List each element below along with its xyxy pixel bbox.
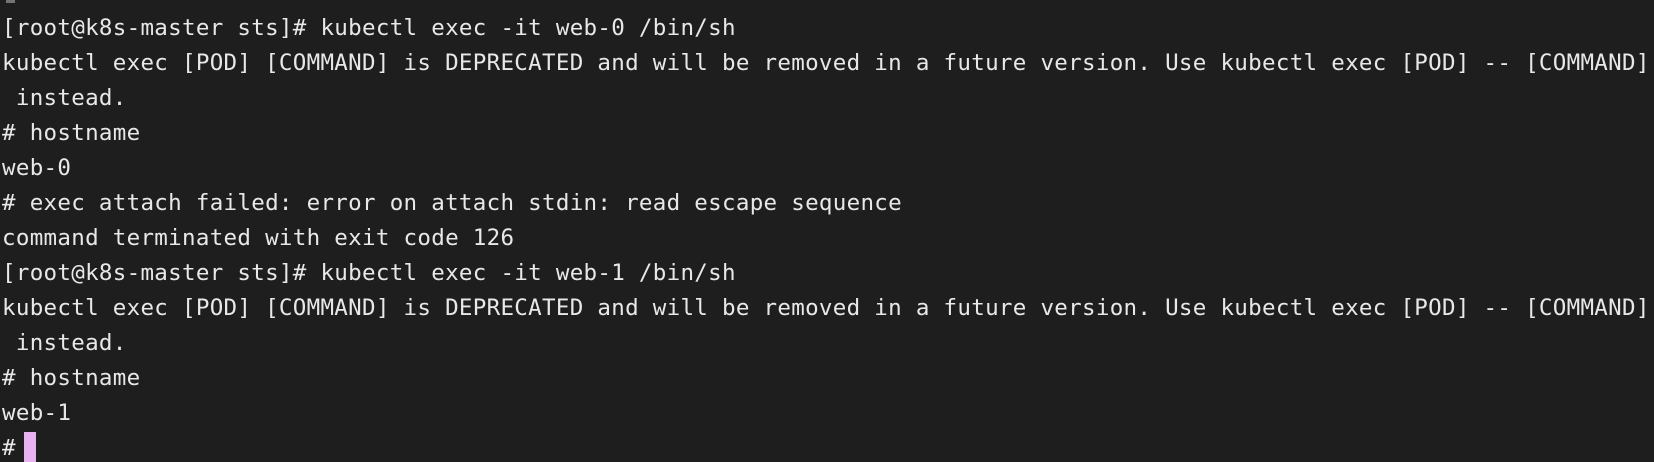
terminal-line-6: # exec attach failed: error on attach st… [2, 190, 902, 216]
previous-output-fragment [6, 0, 15, 3]
active-shell-prompt[interactable]: # [2, 431, 1654, 462]
terminal-line-4: # hostname [2, 120, 141, 146]
terminal-line-8: [root@k8s-master sts]# kubectl exec -it … [2, 260, 736, 286]
terminal-line-10: instead. [2, 330, 127, 356]
terminal-line-1: [root@k8s-master sts]# kubectl exec -it … [2, 15, 736, 41]
terminal-line-12: web-1 [2, 400, 72, 426]
prompt-symbol: # [2, 435, 16, 461]
terminal-line-2: kubectl exec [POD] [COMMAND] is DEPRECAT… [2, 50, 1650, 76]
text-cursor[interactable] [23, 431, 36, 462]
terminal-line-7: command terminated with exit code 126 [2, 225, 515, 251]
terminal-line-3: instead. [2, 85, 127, 111]
terminal-window[interactable]: [root@k8s-master sts]# kubectl exec -it … [0, 0, 1654, 462]
terminal-line-9: kubectl exec [POD] [COMMAND] is DEPRECAT… [2, 295, 1650, 321]
terminal-line-5: web-0 [2, 155, 72, 181]
terminal-line-11: # hostname [2, 365, 141, 391]
